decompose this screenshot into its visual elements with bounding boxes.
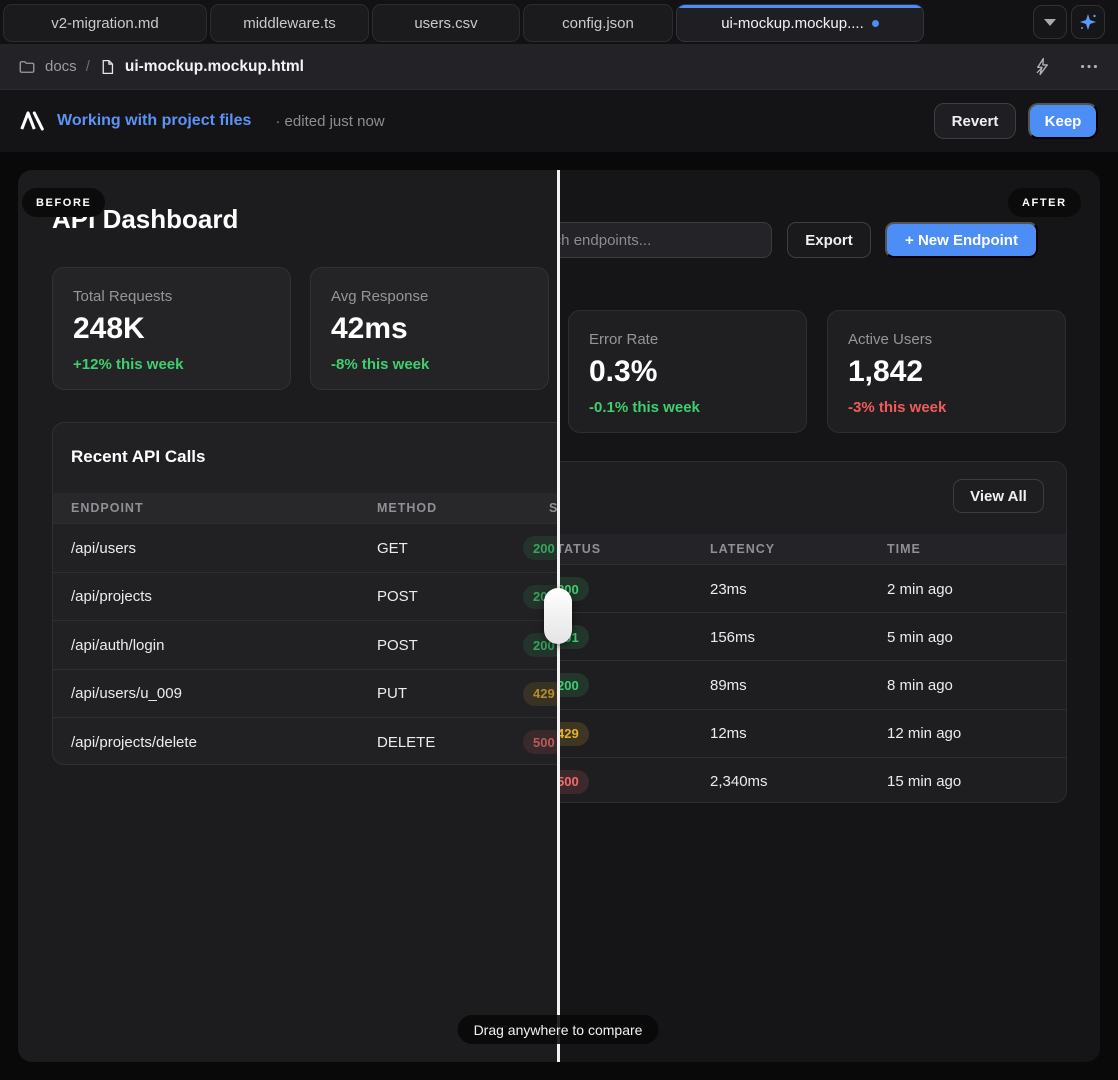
work-banner-status: · edited just now: [275, 113, 384, 130]
cell-time: 2 min ago: [887, 565, 953, 613]
cell-method: DELETE: [377, 718, 435, 766]
cell-endpoint: /api/users/u_009: [71, 670, 182, 718]
tab-bar: v2-migration.md middleware.ts users.csv …: [0, 0, 1118, 44]
cell-latency: 12ms: [710, 710, 747, 758]
panel-title: Recent API Calls: [71, 447, 205, 467]
stat-delta: -0.1% this week: [589, 399, 786, 416]
compare-canvas[interactable]: API Dashboard Total Requests 248K +12% t…: [18, 170, 1100, 1062]
compare-drag-handle[interactable]: [544, 588, 572, 644]
cell-time: 8 min ago: [887, 661, 953, 709]
tab-label: users.csv: [414, 15, 477, 32]
after-badge: AFTER: [1008, 188, 1081, 217]
stat-value: 42ms: [331, 312, 528, 346]
tab-ui-mockup[interactable]: ui-mockup.mockup....: [676, 4, 924, 42]
ai-sparkle-button[interactable]: [1071, 5, 1105, 39]
stat-value: 0.3%: [589, 355, 786, 389]
tab-v2-migration[interactable]: v2-migration.md: [3, 4, 207, 42]
before-badge: BEFORE: [22, 188, 105, 217]
tab-label: config.json: [562, 15, 634, 32]
drag-hint-tooltip: Drag anywhere to compare: [458, 1015, 659, 1044]
tab-list-dropdown-button[interactable]: [1033, 5, 1067, 39]
file-icon: [99, 58, 116, 76]
stat-label: Avg Response: [331, 288, 528, 305]
export-button[interactable]: Export: [787, 222, 871, 258]
chevron-down-icon: [1044, 19, 1056, 26]
revert-button[interactable]: Revert: [934, 103, 1016, 139]
col-endpoint: ENDPOINT: [71, 501, 144, 515]
tab-config-json[interactable]: config.json: [523, 4, 673, 42]
active-tab-indicator: [677, 5, 923, 8]
breadcrumb-separator: /: [86, 58, 90, 75]
cell-time: 15 min ago: [887, 758, 961, 806]
tab-label: v2-migration.md: [51, 15, 159, 32]
work-banner-title: Working with project files: [57, 112, 251, 130]
tab-label: ui-mockup.mockup....: [721, 15, 864, 32]
stat-card-total-requests: Total Requests 248K +12% this week: [52, 267, 291, 390]
ai-work-banner: Working with project files · edited just…: [0, 90, 1118, 152]
stat-delta: -8% this week: [331, 356, 528, 373]
zap-icon[interactable]: [1033, 57, 1052, 76]
cell-latency: 156ms: [710, 613, 755, 661]
cell-method: POST: [377, 621, 418, 669]
stat-value: 248K: [73, 312, 270, 346]
breadcrumb-bar: docs / ui-mockup.mockup.html: [0, 44, 1118, 90]
breadcrumb-folder[interactable]: docs: [45, 58, 77, 75]
cell-method: GET: [377, 524, 408, 572]
sparkle-icon: [1078, 12, 1098, 32]
cell-method: POST: [377, 573, 418, 621]
cell-time: 5 min ago: [887, 613, 953, 661]
folder-icon: [18, 58, 36, 76]
stat-label: Total Requests: [73, 288, 270, 305]
stat-card-avg-response: Avg Response 42ms -8% this week: [310, 267, 549, 390]
cell-endpoint: /api/auth/login: [71, 621, 164, 669]
preview-stage: API Dashboard Total Requests 248K +12% t…: [0, 152, 1118, 1080]
cell-latency: 89ms: [710, 661, 747, 709]
cell-method: PUT: [377, 670, 407, 718]
cell-latency: 2,340ms: [710, 758, 768, 806]
stat-card-active-users: Active Users 1,842 -3% this week: [827, 310, 1066, 433]
tab-users-csv[interactable]: users.csv: [372, 4, 520, 42]
stat-value: 1,842: [848, 355, 1045, 389]
col-time: TIME: [887, 542, 921, 556]
stat-label: Error Rate: [589, 331, 786, 348]
cell-endpoint: /api/projects/delete: [71, 718, 197, 766]
stat-card-error-rate: Error Rate 0.3% -0.1% this week: [568, 310, 807, 433]
cell-endpoint: /api/projects: [71, 573, 152, 621]
col-method: METHOD: [377, 501, 437, 515]
anthropic-logo-icon: [20, 111, 45, 131]
keep-button[interactable]: Keep: [1028, 103, 1098, 139]
cell-latency: 23ms: [710, 565, 747, 613]
modified-dot-icon: [872, 20, 879, 27]
col-latency: LATENCY: [710, 542, 775, 556]
breadcrumb-file: ui-mockup.mockup.html: [125, 58, 304, 76]
stat-delta: +12% this week: [73, 356, 270, 373]
tab-label: middleware.ts: [243, 15, 336, 32]
tab-middleware[interactable]: middleware.ts: [210, 4, 369, 42]
cell-endpoint: /api/users: [71, 524, 136, 572]
stat-label: Active Users: [848, 331, 1045, 348]
cell-time: 12 min ago: [887, 710, 961, 758]
ellipsis-menu-icon[interactable]: [1078, 57, 1100, 76]
stat-delta: -3% this week: [848, 399, 1045, 416]
new-endpoint-button[interactable]: + New Endpoint: [885, 222, 1038, 258]
view-all-button[interactable]: View All: [953, 479, 1044, 513]
